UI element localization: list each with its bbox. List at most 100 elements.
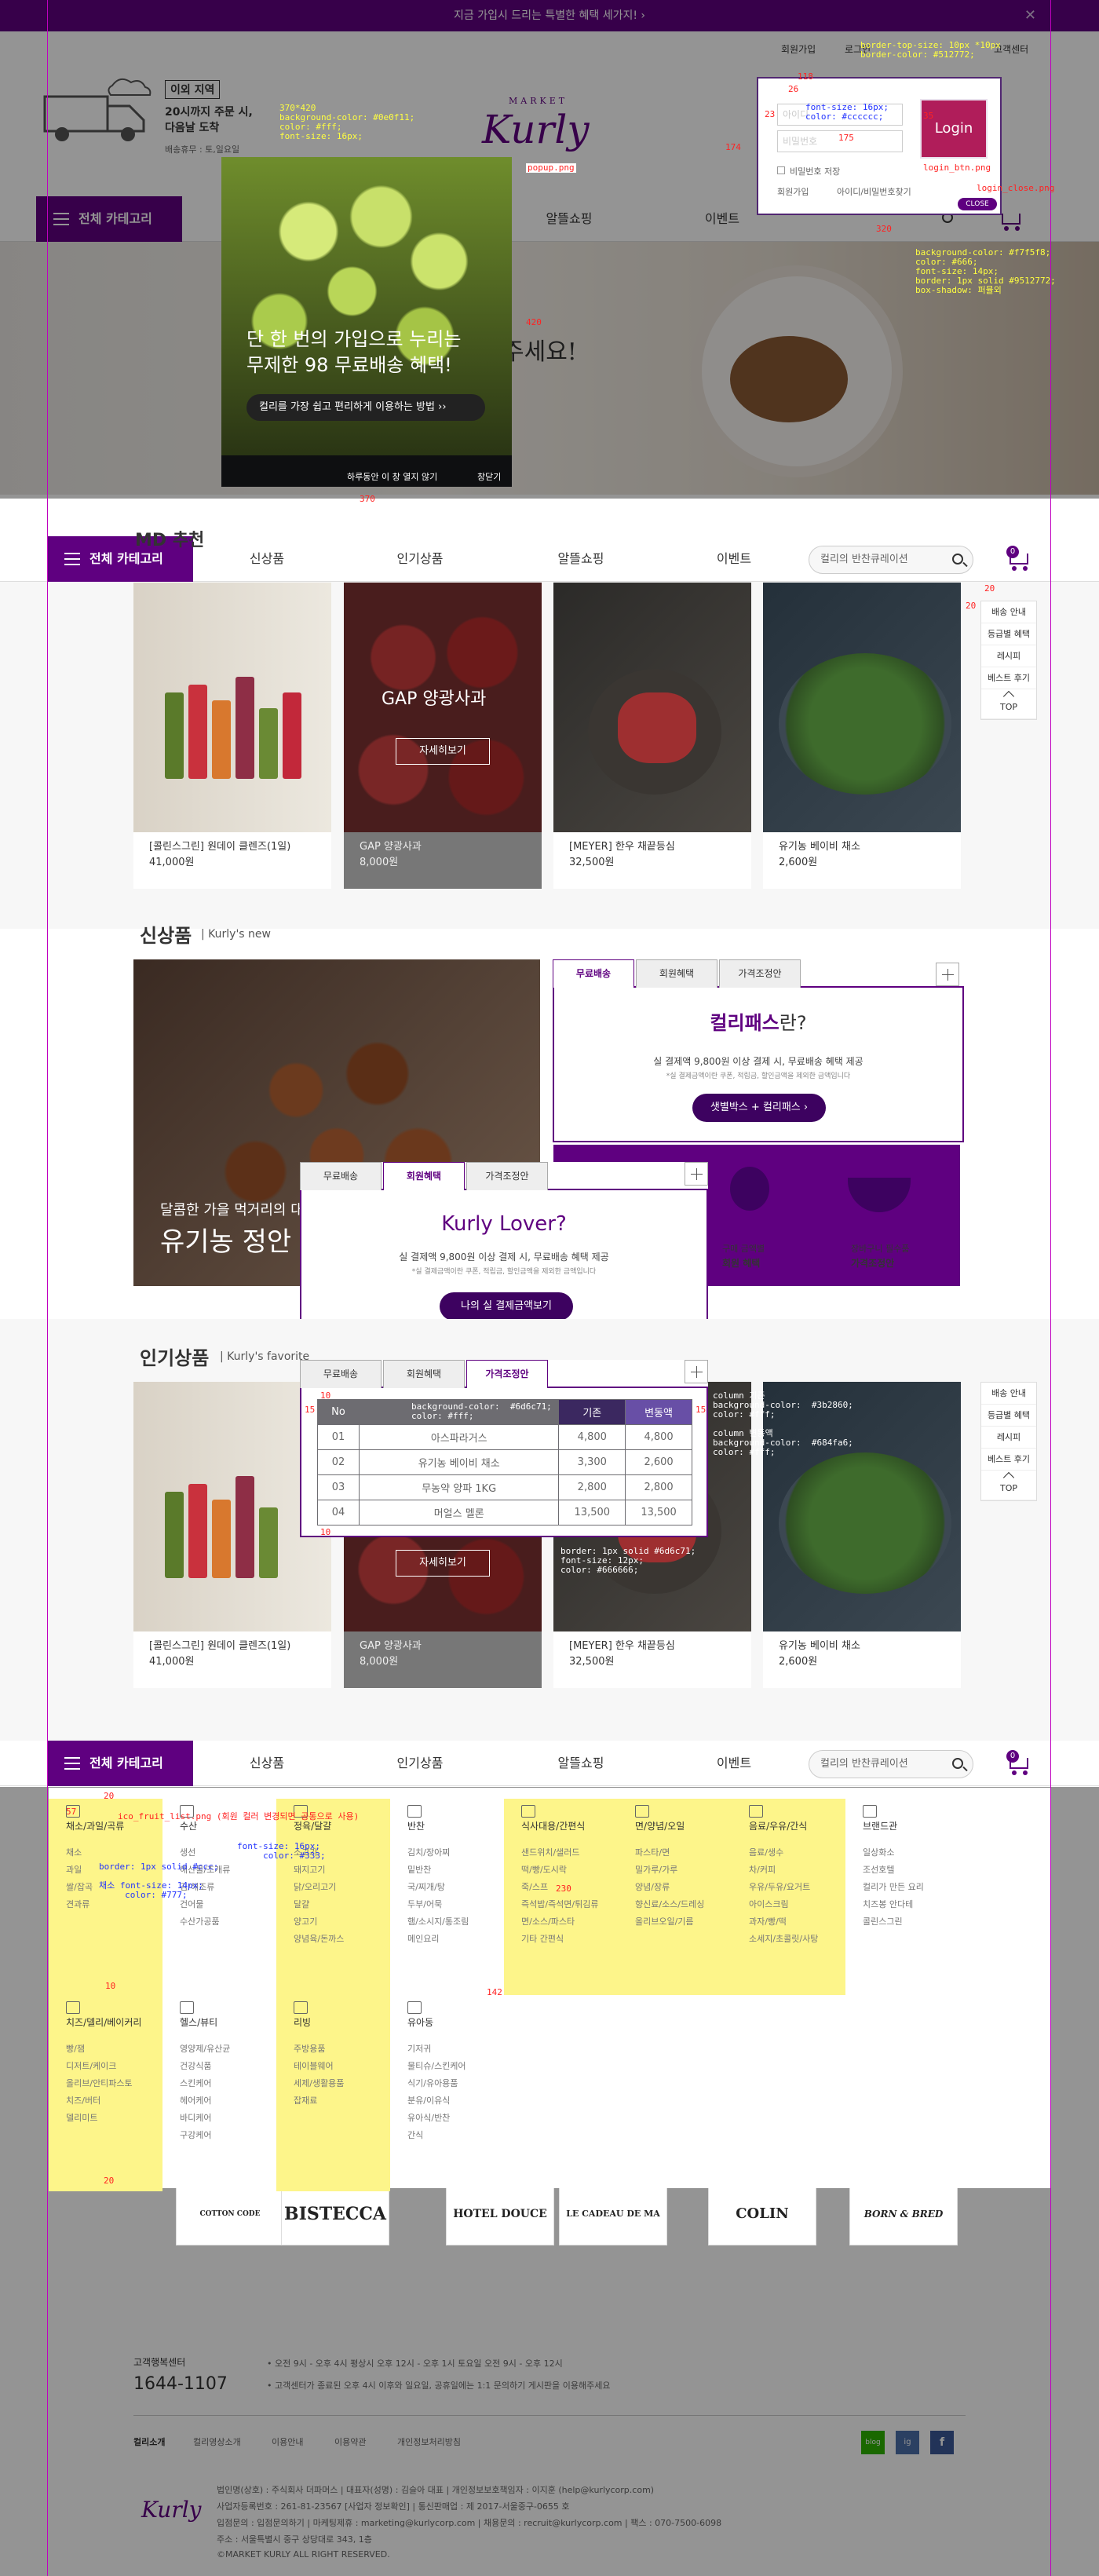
nav-event[interactable]: 이벤트 bbox=[687, 1741, 781, 1786]
mega-item[interactable]: 생선 bbox=[180, 1844, 230, 1862]
product-image[interactable] bbox=[553, 583, 751, 832]
mega-column-title[interactable]: 식사대용/간편식 bbox=[521, 1819, 585, 1832]
mega-item[interactable]: 컬리가 만든 요리 bbox=[863, 1879, 924, 1896]
product-card[interactable]: [MEYER] 한우 채끝등심 32,500원 bbox=[553, 583, 751, 889]
product-name[interactable]: GAP 양광사과 bbox=[360, 838, 422, 853]
plus-icon[interactable] bbox=[936, 963, 959, 986]
quick-recipe[interactable]: 레시피 bbox=[981, 1427, 1036, 1449]
quick-grade[interactable]: 등급별 혜택 bbox=[981, 1405, 1036, 1427]
mega-item[interactable]: 기저귀 bbox=[407, 2041, 466, 2058]
mega-item[interactable]: 디저트/케이크 bbox=[66, 2058, 133, 2075]
mega-item[interactable]: 음료/생수 bbox=[749, 1844, 818, 1862]
mega-column-title[interactable]: 헬스/뷰티 bbox=[180, 2015, 217, 2029]
mega-item[interactable]: 양념육/돈까스 bbox=[294, 1931, 344, 1948]
promo-close[interactable]: 창닫기 bbox=[477, 470, 501, 483]
mega-item[interactable]: 파스타/면 bbox=[635, 1844, 704, 1862]
mega-item[interactable]: 물티슈/스킨케어 bbox=[407, 2058, 466, 2075]
product-card[interactable]: [콜린스그린] 원데이 클렌즈(1일) 41,000원 bbox=[133, 583, 331, 889]
mega-item[interactable]: 메인요리 bbox=[407, 1931, 469, 1948]
mega-item[interactable]: 헤어케어 bbox=[180, 2092, 230, 2110]
mega-item[interactable]: 채소 bbox=[66, 1844, 93, 1862]
mega-item[interactable]: 소세지/초콜릿/사탕 bbox=[749, 1931, 818, 1948]
mega-item[interactable]: 콜린스그린 bbox=[863, 1913, 924, 1931]
tab-member[interactable]: 회원혜택 bbox=[636, 959, 717, 988]
nav-sale[interactable]: 알뜰쇼핑 bbox=[534, 1741, 628, 1786]
login-button[interactable]: Login bbox=[920, 99, 988, 159]
product-card[interactable]: GAP 양광사과 자세히보기 GAP 양광사과 8,000원 bbox=[344, 583, 542, 889]
mega-item[interactable]: 쌀/잡곡 bbox=[66, 1879, 93, 1896]
mega-item[interactable]: 면/소스/파스타 bbox=[521, 1913, 599, 1931]
brand-logo[interactable]: COLIN GREEN bbox=[708, 2181, 816, 2286]
quick-delivery[interactable]: 배송 안내 bbox=[981, 1383, 1036, 1405]
quick-delivery[interactable]: 배송 안내 bbox=[981, 601, 1036, 623]
mega-item[interactable]: 두부/어묵 bbox=[407, 1896, 469, 1913]
nav-popular[interactable]: 인기상품 bbox=[373, 536, 467, 582]
mega-column-title[interactable]: 브랜드관 bbox=[863, 1819, 897, 1832]
mega-item[interactable]: 치즈봉 안다테 bbox=[863, 1896, 924, 1913]
mega-column-title[interactable]: 유아동 bbox=[407, 2015, 433, 2029]
product-name[interactable]: [MEYER] 한우 채끝등심 bbox=[569, 1637, 675, 1652]
mega-item[interactable]: 우유/두유/요거트 bbox=[749, 1879, 818, 1896]
product-name[interactable]: [콜린스그린] 원데이 클렌즈(1일) bbox=[149, 838, 290, 853]
nav-new[interactable]: 신상품 bbox=[220, 536, 314, 582]
product-image[interactable] bbox=[133, 583, 331, 832]
product-detail-button[interactable]: 자세히보기 bbox=[396, 1550, 490, 1577]
mega-item[interactable]: 빵/잼 bbox=[66, 2041, 133, 2058]
mega-item[interactable]: 식기/유아용품 bbox=[407, 2075, 466, 2092]
join-link[interactable]: 회원가입 bbox=[777, 185, 809, 198]
mega-item[interactable]: 분유/이유식 bbox=[407, 2092, 466, 2110]
product-name[interactable]: 유기농 베이비 채소 bbox=[779, 838, 860, 853]
mega-item[interactable]: 밑반찬 bbox=[407, 1862, 469, 1879]
search-input[interactable]: 컬리의 반찬큐레이션 bbox=[809, 1750, 973, 1778]
product-image[interactable] bbox=[763, 583, 961, 832]
mega-column-title[interactable]: 면/양념/오일 bbox=[635, 1819, 685, 1832]
nav-popular[interactable]: 인기상품 bbox=[373, 1741, 467, 1786]
cart-icon[interactable]: 0 bbox=[1006, 546, 1033, 572]
mega-item[interactable]: 떡/빵/도시락 bbox=[521, 1862, 599, 1879]
tab-price[interactable]: 가격조정안 bbox=[466, 1360, 548, 1388]
product-name[interactable]: GAP 양광사과 bbox=[360, 1637, 422, 1652]
nav-event[interactable]: 이벤트 bbox=[687, 536, 781, 582]
product-name[interactable]: 유기농 베이비 채소 bbox=[779, 1637, 860, 1652]
mega-item[interactable]: 아이스크림 bbox=[749, 1896, 818, 1913]
tab-price[interactable]: 가격조정안 bbox=[719, 959, 801, 988]
tab-member[interactable]: 회원혜택 bbox=[383, 1360, 465, 1388]
tab-member[interactable]: 회원혜택 bbox=[383, 1162, 465, 1190]
brand-logo[interactable]: LE CADEAU DE MA VIE bbox=[559, 2181, 667, 2283]
mega-item[interactable]: 치즈/버터 bbox=[66, 2092, 133, 2110]
mega-item[interactable]: 일상화소 bbox=[863, 1844, 924, 1862]
tab-price[interactable]: 가격조정안 bbox=[466, 1162, 548, 1190]
mega-item[interactable]: 양념/장류 bbox=[635, 1879, 704, 1896]
mega-item[interactable]: 샌드위치/샐러드 bbox=[521, 1844, 599, 1862]
promo-method-button[interactable]: 컬리를 가장 쉽고 편리하게 이용하는 방법 ›› bbox=[246, 394, 485, 421]
mega-item[interactable]: 견과류 bbox=[66, 1896, 93, 1913]
quick-review[interactable]: 베스트 후기 bbox=[981, 1449, 1036, 1471]
login-close-button[interactable]: CLOSE bbox=[958, 198, 997, 210]
mega-item[interactable]: 달걀 bbox=[294, 1896, 344, 1913]
mega-item[interactable]: 차/커피 bbox=[749, 1862, 818, 1879]
cart-icon[interactable]: 0 bbox=[1006, 1750, 1033, 1777]
plus-icon[interactable] bbox=[685, 1360, 708, 1383]
mega-item[interactable]: 향신료/소스/드레싱 bbox=[635, 1896, 704, 1913]
nav-new[interactable]: 신상품 bbox=[220, 1741, 314, 1786]
mega-item[interactable]: 영양제/유산균 bbox=[180, 2041, 230, 2058]
promo-dismiss-today[interactable]: 하루동안 이 창 열지 않기 bbox=[347, 470, 437, 483]
mega-column-title[interactable]: 음료/우유/간식 bbox=[749, 1819, 807, 1832]
product-detail-button[interactable]: 자세히보기 bbox=[396, 738, 490, 765]
mega-item[interactable]: 주방용품 bbox=[294, 2041, 344, 2058]
mega-item[interactable]: 국/찌개/탕 bbox=[407, 1879, 469, 1896]
mega-item[interactable]: 건강식품 bbox=[180, 2058, 230, 2075]
category-button[interactable]: 전체 카테고리 bbox=[47, 1741, 193, 1786]
mega-item[interactable]: 잡재료 bbox=[294, 2092, 344, 2110]
mega-item[interactable]: 테이블웨어 bbox=[294, 2058, 344, 2075]
mega-item[interactable]: 올리브/안티파스토 bbox=[66, 2075, 133, 2092]
product-card[interactable]: 유기농 베이비 채소 2,600원 bbox=[763, 583, 961, 889]
mega-item[interactable]: 과일 bbox=[66, 1862, 93, 1879]
mega-item[interactable]: 세제/생활용품 bbox=[294, 2075, 344, 2092]
tab-free-delivery[interactable]: 무료배송 bbox=[300, 1360, 382, 1388]
plus-icon[interactable] bbox=[685, 1162, 708, 1186]
mega-item[interactable]: 닭/오리고기 bbox=[294, 1879, 344, 1896]
tab-free-delivery[interactable]: 무료배송 bbox=[553, 959, 634, 988]
mega-item[interactable]: 스킨케어 bbox=[180, 2075, 230, 2092]
quick-review[interactable]: 베스트 후기 bbox=[981, 667, 1036, 689]
